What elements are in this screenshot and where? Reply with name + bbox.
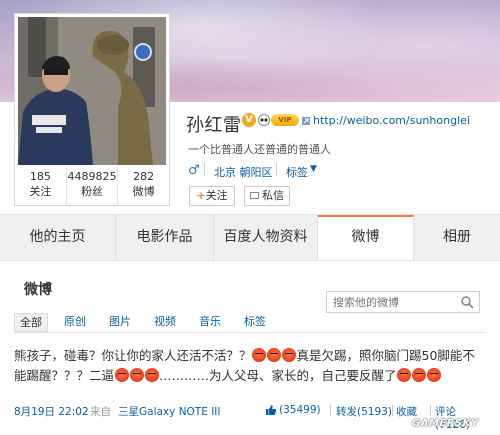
search-icon[interactable] bbox=[460, 295, 474, 309]
watermark: GAMERSKY bbox=[412, 418, 479, 429]
profile-tabs: 他的主页 电影作品 百度人物资料 微博 相册 bbox=[0, 214, 500, 261]
filter-images[interactable]: 图片 bbox=[105, 313, 135, 332]
tags-dropdown[interactable]: 标签 bbox=[286, 164, 308, 180]
divider bbox=[330, 405, 331, 416]
angry-face-icon bbox=[282, 348, 297, 362]
filter-videos[interactable]: 视频 bbox=[150, 313, 180, 332]
follow-label: 关注 bbox=[205, 189, 228, 202]
angry-face-icon bbox=[129, 368, 144, 382]
feed-title: 微博 bbox=[24, 282, 52, 298]
tab-album[interactable]: 相册 bbox=[414, 215, 500, 260]
angry-face-icon bbox=[114, 368, 129, 382]
stat-value: 185 bbox=[29, 170, 51, 183]
divider bbox=[430, 405, 431, 416]
plus-icon: + bbox=[196, 189, 206, 202]
filter-all[interactable]: 全部 bbox=[14, 313, 48, 332]
search-input[interactable] bbox=[333, 295, 453, 310]
post-source-prefix: 来自 bbox=[90, 406, 111, 418]
thumbs-up-icon[interactable] bbox=[265, 404, 277, 416]
stat-label: 关注 bbox=[29, 185, 52, 198]
weibo-eye-icon[interactable] bbox=[258, 114, 270, 126]
mail-icon bbox=[250, 191, 259, 199]
profile-url-link[interactable]: http://weibo.com/sunhonglei bbox=[313, 114, 470, 127]
filter-original[interactable]: 原创 bbox=[60, 313, 90, 332]
divider bbox=[392, 405, 393, 416]
angry-face-icon bbox=[252, 348, 267, 362]
divider bbox=[14, 332, 486, 333]
tab-home[interactable]: 他的主页 bbox=[0, 215, 116, 260]
verified-icon[interactable]: V bbox=[242, 113, 256, 127]
profile-bio: 一个比普通人还普通的普通人 bbox=[188, 143, 331, 156]
location-link[interactable]: 北京 朝阳区 bbox=[214, 164, 273, 180]
like-count[interactable]: (35499) bbox=[279, 404, 321, 416]
tab-movies[interactable]: 电影作品 bbox=[116, 215, 214, 260]
stat-value: 282 bbox=[133, 170, 155, 183]
feed-filters: 全部 原创 图片 视频 音乐 标签 bbox=[14, 313, 285, 332]
filter-tags[interactable]: 标签 bbox=[240, 313, 270, 332]
filter-music[interactable]: 音乐 bbox=[195, 313, 225, 332]
stat-label: 微博 bbox=[132, 185, 155, 198]
post-text: 熊孩子，碰毒？你让你的家人还活不活？？ 真是欠踢，照你脑门踢50脚能不能踢醒？？？… bbox=[14, 346, 484, 386]
follow-button[interactable]: +关注 bbox=[189, 186, 235, 206]
stat-followers[interactable]: 4489825 粉丝 bbox=[67, 166, 119, 205]
search-box bbox=[326, 291, 480, 313]
avatar[interactable] bbox=[18, 17, 166, 165]
message-label: 私信 bbox=[262, 189, 284, 202]
link-icon bbox=[302, 117, 310, 125]
profile-stats: 185 关注 4489825 粉丝 282 微博 bbox=[15, 166, 169, 205]
tab-baidu-profile[interactable]: 百度人物资料 bbox=[214, 215, 318, 260]
angry-face-icon bbox=[412, 368, 427, 382]
divider bbox=[276, 163, 277, 176]
stat-label: 粉丝 bbox=[81, 185, 103, 198]
angry-face-icon bbox=[427, 368, 442, 382]
vip-badge[interactable]: VIP bbox=[271, 114, 299, 126]
profile-name: 孙红雷 bbox=[186, 115, 242, 136]
repost-button[interactable]: 转发(5193) bbox=[336, 404, 392, 419]
favorite-button[interactable]: 收藏 bbox=[396, 404, 417, 419]
stat-following[interactable]: 185 关注 bbox=[15, 166, 67, 205]
angry-face-icon bbox=[267, 348, 282, 362]
avatar-card: 185 关注 4489825 粉丝 282 微博 bbox=[14, 13, 170, 206]
stat-posts[interactable]: 282 微博 bbox=[118, 166, 169, 205]
post-timestamp[interactable]: 8月19日 22:02 bbox=[14, 404, 89, 419]
message-button[interactable]: 私信 bbox=[244, 186, 290, 206]
post-text-part: …………为人父母、家长的，自己要反醒了 bbox=[159, 368, 397, 383]
post-text-part: 熊孩子，碰毒？你让你的家人还活不活？？ bbox=[14, 348, 252, 363]
tab-weibo[interactable]: 微博 bbox=[318, 215, 414, 260]
divider bbox=[204, 163, 205, 176]
male-gender-icon: ♂ bbox=[188, 163, 200, 178]
angry-face-icon bbox=[397, 368, 412, 382]
stat-value: 4489825 bbox=[67, 170, 117, 183]
post-source-link[interactable]: 三星Galaxy NOTE III bbox=[118, 404, 220, 419]
chevron-down-icon[interactable]: ▼ bbox=[310, 164, 317, 174]
angry-face-icon bbox=[144, 368, 159, 382]
